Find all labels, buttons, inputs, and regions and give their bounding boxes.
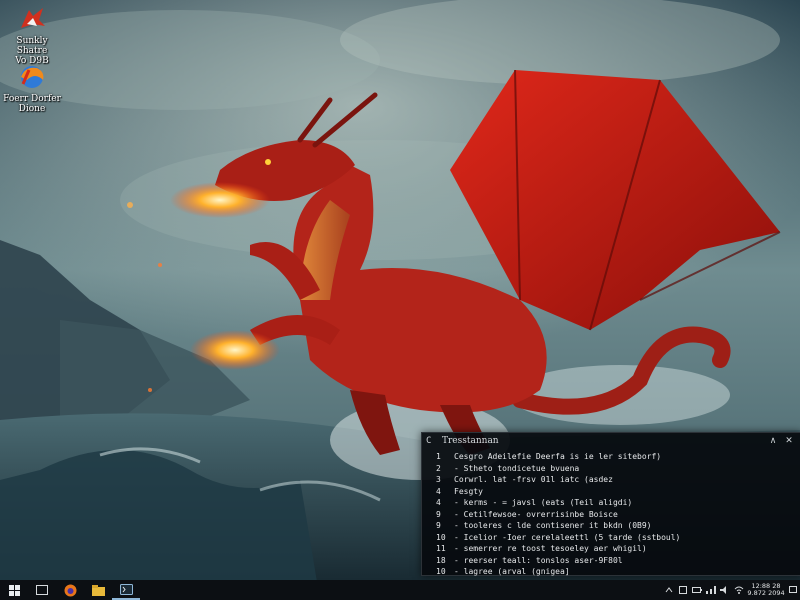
show-hidden-icons-icon[interactable] xyxy=(662,580,676,600)
taskbar-app-file-explorer[interactable] xyxy=(84,580,112,600)
terminal-line-number: 9 xyxy=(436,521,441,530)
browser-app-icon xyxy=(21,66,44,88)
terminal-line-text: Cesgro Adeilefie Deerfa is ie ler sitebo… xyxy=(454,452,662,461)
notification-center-icon[interactable] xyxy=(786,580,800,600)
terminal-line: 9 - tooleres c lde contisener it bkdn (0B… xyxy=(436,520,795,532)
terminal-line-text: - lagree (arval (gnigea] xyxy=(454,567,570,576)
terminal-line-text: - kerms - = javsl (eats (Teil aligdi) xyxy=(454,498,633,507)
desktop-icon-label: Dione xyxy=(18,104,46,114)
terminal-line-number: 9 xyxy=(436,509,441,519)
taskbar: 12:88 28 9.872 2094 xyxy=(0,580,800,600)
terminal-line-number: 3 xyxy=(436,475,441,484)
firefox-icon xyxy=(64,584,76,596)
terminal-app-taskbar-icon xyxy=(119,583,133,595)
terminal-line: 10 - lagree (arval (gnigea] xyxy=(436,566,795,578)
terminal-line: 2 - Stheto tondicetue bvuena xyxy=(436,463,795,475)
terminal-line: 4 Fesgty xyxy=(436,486,795,498)
desktop-icon-label: Foerr Dorfer xyxy=(3,94,61,104)
terminal-window[interactable]: C Tresstannan ∧ ✕ 1 Cesgro Adeilefie Deer… xyxy=(421,432,800,588)
windows-logo-icon xyxy=(8,584,20,596)
terminal-line: 1 Cesgro Adeilefie Deerfa is ie ler siteb… xyxy=(436,451,795,463)
task-view-button[interactable] xyxy=(28,580,56,600)
terminal-line: 18 - reerser teall: tonslos aser-9F80l xyxy=(436,555,795,567)
terminal-line: 9 - Cetilfewsoe- ovrerrisinbe Boisce xyxy=(436,509,795,521)
volume-icon[interactable] xyxy=(718,580,732,600)
terminal-line: 11 - semerrer re toost tesoeley aer whigi… xyxy=(436,543,795,555)
taskbar-app-terminal[interactable] xyxy=(112,580,140,600)
terminal-line-number: 2 xyxy=(436,463,441,473)
wifi-icon[interactable] xyxy=(732,580,746,600)
terminal-line-number: 10 xyxy=(436,567,446,576)
terminal-line-number: 4 xyxy=(436,486,441,496)
terminal-line-text: Corwrl. lat -frsv 01l iatc (asdez xyxy=(454,475,613,484)
desktop-icon-label: Sunkly Shatre xyxy=(16,36,48,56)
terminal-line: 3 Corwrl. lat -frsv 01l iatc (asdez xyxy=(436,474,795,486)
terminal-line-number: 1 xyxy=(436,452,441,461)
terminal-title: Tresstannan xyxy=(442,436,499,446)
terminal-line-number: 4 xyxy=(436,498,441,507)
terminal-line-text: - tooleres c lde contisener it bkdn (0B9… xyxy=(454,521,652,530)
battery-icon[interactable] xyxy=(690,580,704,600)
dragon-app-icon xyxy=(21,8,45,28)
terminal-line-number: 11 xyxy=(436,544,446,553)
task-view-icon xyxy=(36,585,48,595)
clock-date: 9.872 2094 xyxy=(747,589,785,597)
start-button[interactable] xyxy=(0,580,28,600)
terminal-line-number: 10 xyxy=(436,532,446,542)
taskbar-clock[interactable]: 12:88 28 9.872 2094 xyxy=(746,582,786,598)
terminal-line-text: Fesgty xyxy=(454,486,483,496)
terminal-app-icon: C xyxy=(426,436,432,446)
terminal-line-text: - semerrer re toost tesoeley aer whigil) xyxy=(454,544,647,553)
terminal-line-text: - reerser teall: tonslos aser-9F80l xyxy=(454,555,623,565)
terminal-line-number: 18 xyxy=(436,555,446,565)
taskbar-app-browser[interactable] xyxy=(56,580,84,600)
terminal-titlebar[interactable]: C Tresstannan ∧ ✕ xyxy=(422,433,800,449)
language-icon[interactable] xyxy=(676,580,690,600)
terminal-line: 10 - Icelior -Ioer cerelaleettl (5 tarde … xyxy=(436,532,795,544)
terminal-line-text: - Icelior -Ioer cerelaleettl (5 tarde (s… xyxy=(454,532,681,542)
desktop-icon-browser-shortcut[interactable]: Foerr Dorfer Dione xyxy=(0,62,64,114)
network-icon[interactable] xyxy=(704,580,718,600)
terminal-line-text: - Cetilfewsoe- ovrerrisinbe Boisce xyxy=(454,509,618,519)
system-tray: 12:88 28 9.872 2094 xyxy=(662,580,800,600)
terminal-output[interactable]: 1 Cesgro Adeilefie Deerfa is ie ler siteb… xyxy=(422,449,800,589)
desktop-icon-dragon-shortcut[interactable]: Sunkly Shatre Vo D9B xyxy=(0,4,64,66)
terminal-line-text: - Stheto tondicetue bvuena xyxy=(454,463,580,473)
maximize-icon[interactable]: ∧ xyxy=(765,436,781,446)
terminal-line: 4 - kerms - = javsl (eats (Teil aligdi) xyxy=(436,497,795,509)
folder-icon xyxy=(91,584,105,596)
close-icon[interactable]: ✕ xyxy=(781,436,797,446)
